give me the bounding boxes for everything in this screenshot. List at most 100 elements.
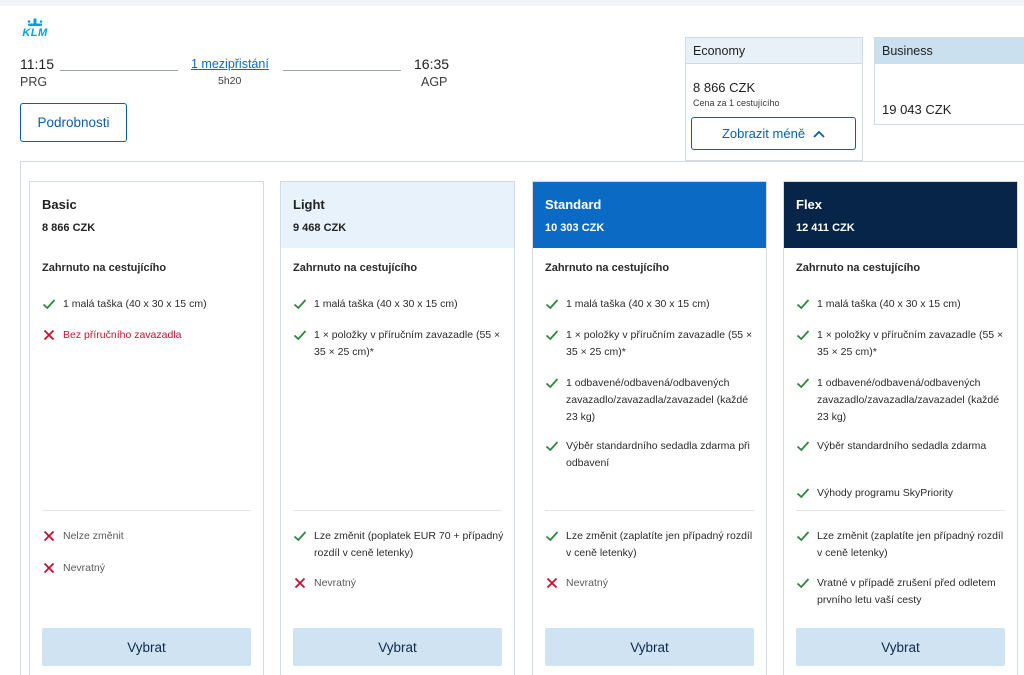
fare-condition: Lze změnit (zaplatíte jen případný rozdí… (796, 528, 1011, 562)
fare-card-flex[interactable]: Flex 12 411 CZK Zahrnuto na cestujícího 1 m… (783, 181, 1018, 675)
klm-logo[interactable]: KLM (20, 18, 50, 40)
divider (42, 510, 251, 511)
check-icon (796, 441, 810, 452)
feature-text: Bez příručního zavazadla (63, 329, 182, 341)
fare-card-light[interactable]: Light 9 468 CZK Zahrnuto na cestujícího 1 m… (280, 181, 515, 675)
cabin-price: 19 043 CZK (882, 102, 952, 117)
check-icon (796, 330, 810, 341)
fare-name: Standard (545, 197, 602, 212)
show-less-button[interactable]: Zobrazit méně (691, 117, 856, 150)
route-line (283, 70, 401, 71)
fare-header: Standard 10 303 CZK (533, 182, 766, 248)
divider (293, 510, 502, 511)
condition-text: Nelze změnit (63, 530, 124, 542)
condition-text: Nevratný (566, 577, 609, 589)
divider (796, 510, 1005, 511)
per-passenger-note: Cena za 1 cestujícího (693, 98, 780, 108)
departure-airport: PRG (20, 75, 48, 89)
fare-condition: Lze změnit (zaplatíte jen případný rozdí… (545, 528, 760, 562)
check-icon (293, 299, 307, 310)
fare-condition: Lze změnit (poplatek EUR 70 + případný r… (293, 528, 508, 562)
fare-feature: 1 × položky v příručním zavazadle (55 × … (545, 327, 760, 361)
fare-name: Flex (796, 197, 823, 212)
feature-text: 1 malá taška (40 x 30 x 15 cm) (314, 298, 458, 310)
feature-text: 1 odbavené/odbavená/odbavených zavazadlo… (817, 377, 1000, 423)
fare-feature: Bez příručního zavazadla (42, 327, 257, 344)
check-icon (796, 531, 810, 542)
select-button[interactable]: Vybrat (293, 628, 502, 666)
feature-text: 1 malá taška (40 x 30 x 15 cm) (63, 298, 207, 310)
check-icon (42, 299, 56, 310)
cabin-label: Economy (686, 38, 862, 64)
check-icon (796, 299, 810, 310)
cabin-business[interactable]: Business 19 043 CZK (874, 37, 1024, 125)
fare-feature: 1 odbavené/odbavená/odbavených zavazadlo… (545, 375, 760, 426)
fare-card-basic[interactable]: Basic 8 866 CZK Zahrnuto na cestujícího 1 m… (29, 181, 264, 675)
fare-feature: 1 × položky v příručním zavazadle (55 × … (796, 327, 1011, 361)
fare-price: 8 866 CZK (42, 222, 96, 234)
check-icon (545, 531, 559, 542)
show-less-label: Zobrazit méně (721, 126, 806, 141)
feature-text: 1 × položky v příručním zavazadle (55 × … (817, 329, 1004, 358)
fare-name: Basic (42, 197, 77, 212)
cabin-economy[interactable]: Economy 8 866 CZK Cena za 1 cestujícího … (685, 37, 863, 161)
fare-header: Light 9 468 CZK (281, 182, 514, 248)
included-heading: Zahrnuto na cestujícího (42, 262, 167, 274)
condition-text: Lze změnit (zaplatíte jen případný rozdí… (566, 530, 753, 559)
select-button[interactable]: Vybrat (42, 628, 251, 666)
fare-price: 12 411 CZK (796, 222, 855, 234)
fare-header: Basic 8 866 CZK (30, 182, 263, 248)
fare-feature: 1 malá taška (40 x 30 x 15 cm) (42, 296, 257, 313)
logo-text: KLM (22, 27, 48, 39)
feature-text: Výhody programu SkyPriority (817, 487, 953, 499)
feature-text: Výběr standardního sedadla zdarma při od… (566, 440, 750, 469)
fare-feature: Výhody programu SkyPriority (796, 485, 1011, 502)
stops-link[interactable]: 1 mezipřistání (191, 57, 269, 71)
feature-text: 1 malá taška (40 x 30 x 15 cm) (817, 298, 961, 310)
fare-header: Flex 12 411 CZK (784, 182, 1017, 248)
fare-card-standard[interactable]: Standard 10 303 CZK Zahrnuto na cestujícíh… (532, 181, 767, 675)
fare-name: Light (293, 197, 325, 212)
check-icon (796, 378, 810, 389)
cabin-price: 8 866 CZK (693, 80, 756, 95)
arrival-airport: AGP (421, 75, 448, 89)
check-icon (545, 330, 559, 341)
details-button[interactable]: Podrobnosti (20, 103, 127, 142)
check-icon (293, 531, 307, 542)
included-heading: Zahrnuto na cestujícího (545, 262, 670, 274)
included-heading: Zahrnuto na cestujícího (293, 262, 418, 274)
chevron-up-icon (813, 130, 825, 138)
fare-page: KLM 11:15 PRG 1 mezipřistání 5h20 16:35 … (0, 6, 1024, 675)
cross-icon (546, 577, 558, 589)
fare-condition: Vratné v případě zrušení před odletem pr… (796, 575, 1011, 609)
cross-icon (43, 530, 55, 542)
fare-price: 9 468 CZK (293, 222, 347, 234)
fare-options-panel: Basic 8 866 CZK Zahrnuto na cestujícího 1 m… (20, 161, 1024, 675)
cabin-label: Business (875, 38, 1024, 64)
check-icon (545, 441, 559, 452)
fare-feature: Výběr standardního sedadla zdarma (796, 438, 1011, 455)
fare-price: 10 303 CZK (545, 222, 605, 234)
fare-feature: 1 malá taška (40 x 30 x 15 cm) (545, 296, 760, 313)
arrival-time: 16:35 (414, 56, 450, 72)
feature-text: 1 malá taška (40 x 30 x 15 cm) (566, 298, 710, 310)
divider (545, 510, 754, 511)
cross-icon (43, 562, 55, 574)
fare-condition: Nevratný (545, 575, 760, 592)
fare-feature: 1 × položky v příručním zavazadle (55 × … (293, 327, 508, 361)
check-icon (545, 299, 559, 310)
departure-time: 11:15 (20, 56, 54, 72)
feature-text: 1 × položky v příručním zavazadle (55 × … (314, 329, 501, 358)
feature-text: Výběr standardního sedadla zdarma (817, 440, 987, 452)
fare-feature: 1 malá taška (40 x 30 x 15 cm) (293, 296, 508, 313)
fare-feature: 1 malá taška (40 x 30 x 15 cm) (796, 296, 1011, 313)
route-line (60, 70, 178, 71)
check-icon (545, 378, 559, 389)
fare-condition: Nevratný (42, 560, 257, 577)
check-icon (796, 578, 810, 589)
condition-text: Nevratný (314, 577, 357, 589)
flight-duration: 5h20 (218, 75, 242, 87)
select-button[interactable]: Vybrat (796, 628, 1005, 666)
select-button[interactable]: Vybrat (545, 628, 754, 666)
fare-feature: Výběr standardního sedadla zdarma při od… (545, 438, 760, 472)
